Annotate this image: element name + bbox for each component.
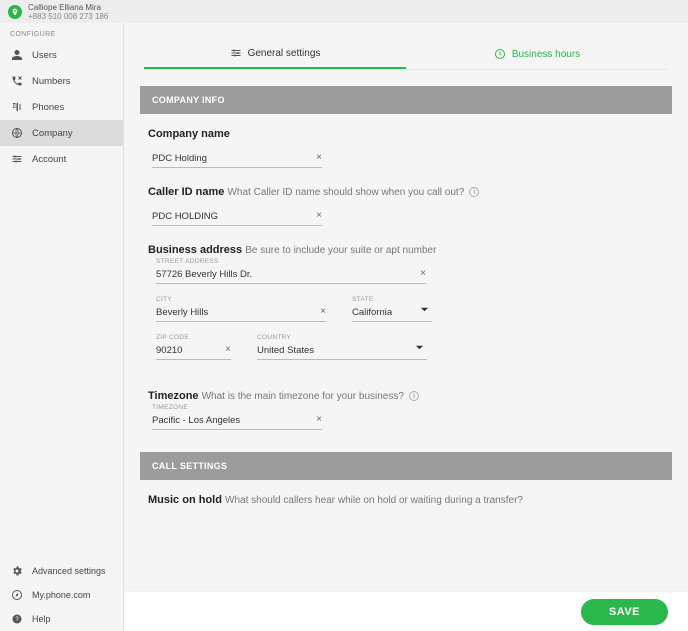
zip-float-label: ZIP CODE xyxy=(156,334,189,341)
user-name: Calliope Elliana Mira xyxy=(28,3,108,12)
tz-float-label: TIMEZONE xyxy=(152,404,188,411)
zip-input[interactable] xyxy=(156,345,231,356)
state-float-label: STATE xyxy=(352,296,373,303)
address-hint: Be sure to include your suite or apt num… xyxy=(245,245,436,256)
sidebar-section-label: CONFIGURE xyxy=(0,23,123,42)
caller-id-hint: What Caller ID name should show when you… xyxy=(227,187,464,198)
tab-general[interactable]: General settings xyxy=(144,39,406,69)
timezone-input[interactable] xyxy=(152,415,322,426)
timezone-field[interactable]: TIMEZONE × xyxy=(152,410,322,430)
sliders-icon xyxy=(230,47,242,59)
company-name-input[interactable] xyxy=(152,153,322,164)
phone-missed-icon xyxy=(10,75,24,87)
clock-icon xyxy=(494,48,506,60)
globe-icon xyxy=(10,127,24,139)
chevron-down-icon[interactable] xyxy=(415,343,424,352)
sidebar-item-numbers[interactable]: Numbers xyxy=(0,68,123,94)
chevron-down-icon[interactable] xyxy=(420,305,429,314)
tab-label: General settings xyxy=(248,48,321,59)
timezone-hint: What is the main timezone for your busin… xyxy=(202,391,404,402)
company-name-label: Company name xyxy=(148,128,664,140)
moh-hint: What should callers hear while on hold o… xyxy=(225,495,523,506)
clear-icon[interactable]: × xyxy=(316,210,322,221)
clear-icon[interactable]: × xyxy=(225,344,231,355)
topbar: Calliope Elliana Mira +883 510 008 273 1… xyxy=(0,0,688,23)
save-button[interactable]: SAVE xyxy=(581,599,668,625)
section-company-info: COMPANY INFO xyxy=(140,86,672,114)
sidebar-item-account[interactable]: Account xyxy=(0,146,123,172)
caller-id-input[interactable] xyxy=(152,211,322,222)
street-input[interactable] xyxy=(156,269,426,280)
moh-label: Music on hold What should callers hear w… xyxy=(148,494,664,506)
company-name-field[interactable]: × xyxy=(152,148,322,168)
caller-id-label: Caller ID name What Caller ID name shoul… xyxy=(148,186,664,198)
compass-icon xyxy=(10,589,24,601)
caller-id-field[interactable]: × xyxy=(152,206,322,226)
user-icon xyxy=(10,49,24,61)
phone-device-icon xyxy=(10,101,24,113)
sidebar-item-label: Advanced settings xyxy=(32,566,106,576)
city-input[interactable] xyxy=(156,307,326,318)
main: General settings Business hours COMPANY … xyxy=(124,23,688,631)
sidebar-item-label: Company xyxy=(32,128,73,139)
clear-icon[interactable]: × xyxy=(420,268,426,279)
save-bar: SAVE xyxy=(124,591,688,631)
presence-avatar xyxy=(8,5,22,19)
sidebar-item-label: Users xyxy=(32,50,57,61)
tab-business-hours[interactable]: Business hours xyxy=(406,39,668,69)
sidebar-item-company[interactable]: Company xyxy=(0,120,123,146)
sidebar-item-label: My.phone.com xyxy=(32,590,90,600)
info-icon[interactable]: i xyxy=(469,187,479,197)
tabs: General settings Business hours xyxy=(144,39,668,70)
sidebar-item-help[interactable]: ? Help xyxy=(0,607,123,631)
gear-icon xyxy=(10,565,24,577)
clear-icon[interactable]: × xyxy=(316,152,322,163)
street-field[interactable]: STREET ADDRESS × xyxy=(156,264,426,284)
address-label: Business address Be sure to include your… xyxy=(148,244,664,256)
country-input[interactable] xyxy=(257,345,427,356)
sidebar-item-label: Account xyxy=(32,154,66,165)
location-pin-icon xyxy=(11,8,19,16)
country-field[interactable]: COUNTRY xyxy=(257,340,427,360)
info-icon[interactable]: i xyxy=(409,391,419,401)
tab-label: Business hours xyxy=(512,49,580,60)
sidebar-item-users[interactable]: Users xyxy=(0,42,123,68)
city-float-label: CITY xyxy=(156,296,172,303)
timezone-label: Timezone What is the main timezone for y… xyxy=(148,390,664,402)
sidebar-item-label: Phones xyxy=(32,102,64,113)
street-float-label: STREET ADDRESS xyxy=(156,258,219,265)
help-icon: ? xyxy=(10,613,24,625)
city-field[interactable]: CITY × xyxy=(156,302,326,322)
sidebar: CONFIGURE Users Numbers Phones Company A… xyxy=(0,23,124,631)
clear-icon[interactable]: × xyxy=(320,306,326,317)
state-field[interactable]: STATE xyxy=(352,302,432,322)
sidebar-item-label: Help xyxy=(32,614,51,624)
country-float-label: COUNTRY xyxy=(257,334,291,341)
sidebar-item-phones[interactable]: Phones xyxy=(0,94,123,120)
user-block: Calliope Elliana Mira +883 510 008 273 1… xyxy=(28,3,108,21)
sliders-icon xyxy=(10,153,24,165)
sidebar-item-label: Numbers xyxy=(32,76,71,87)
zip-field[interactable]: ZIP CODE × xyxy=(156,340,231,360)
section-call-settings: CALL SETTINGS xyxy=(140,452,672,480)
sidebar-item-advanced[interactable]: Advanced settings xyxy=(0,559,123,583)
sidebar-item-myphone[interactable]: My.phone.com xyxy=(0,583,123,607)
user-phone: +883 510 008 273 186 xyxy=(28,12,108,21)
clear-icon[interactable]: × xyxy=(316,414,322,425)
